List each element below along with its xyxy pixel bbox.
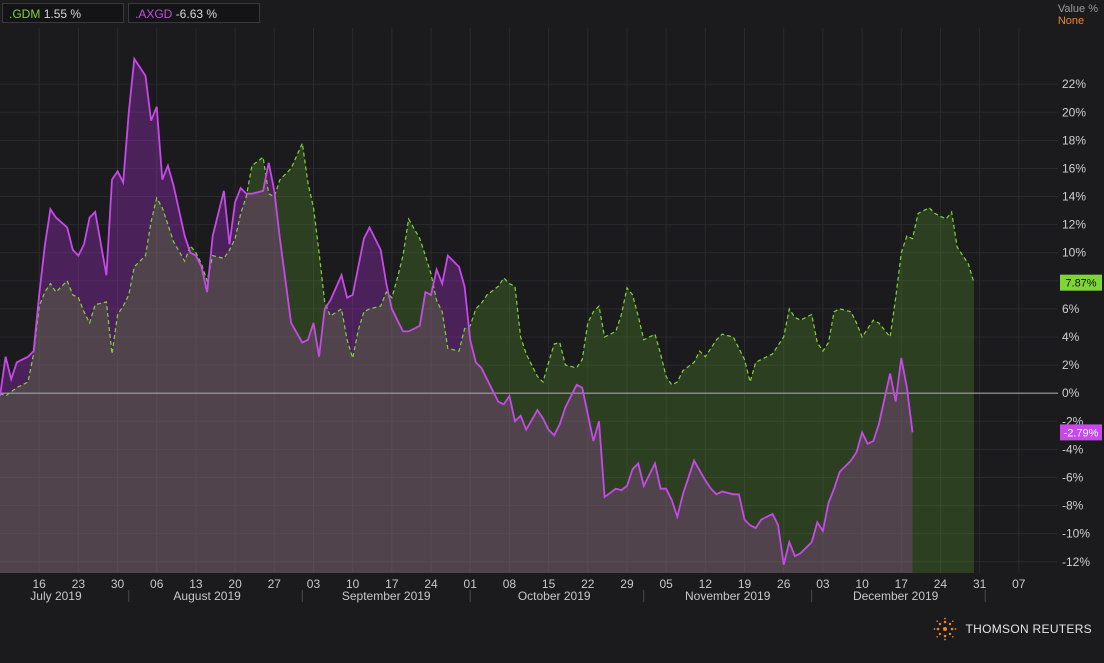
legend-gdm-name: .GDM bbox=[9, 7, 41, 21]
y-axis: -12%-10%-8%-6%-4%-2%0%2%4%6%8%10%12%14%1… bbox=[1062, 77, 1090, 569]
y-tick-label: 0% bbox=[1062, 386, 1080, 400]
legend-gdm-value: 1.55 % bbox=[43, 7, 82, 21]
last-value-gdm: 7.87% bbox=[1065, 278, 1096, 290]
y-tick-label: 14% bbox=[1062, 190, 1086, 204]
y-tick-label: -8% bbox=[1062, 499, 1084, 513]
y-tick-label: 16% bbox=[1062, 161, 1086, 175]
legend-axgd[interactable]: .AXGD -6.63 % bbox=[128, 3, 260, 23]
x-axis: 16 23 30 06 13 20 27 03 10 17 24 01 08 15 22 29 05 12 19 26… bbox=[30, 577, 1026, 603]
value-header: Value % None bbox=[1058, 3, 1098, 27]
legend-axgd-name: .AXGD bbox=[135, 7, 173, 21]
last-value-axgd: -2.79% bbox=[1064, 427, 1099, 439]
x-tick-label: 29 bbox=[620, 577, 634, 591]
y-tick-label: 10% bbox=[1062, 246, 1086, 260]
month-label: December 2019 bbox=[853, 589, 939, 603]
x-tick-label: 08 bbox=[503, 577, 517, 591]
month-label: July 2019 bbox=[30, 589, 82, 603]
x-tick-label: 03 bbox=[816, 577, 830, 591]
x-tick-label: 26 bbox=[777, 577, 791, 591]
y-tick-label: 22% bbox=[1062, 77, 1086, 91]
x-tick-label: 03 bbox=[307, 577, 321, 591]
month-label: August 2019 bbox=[173, 589, 241, 603]
legend-gdm[interactable]: .GDM 1.55 % bbox=[2, 3, 124, 23]
area-shade bbox=[0, 393, 1058, 573]
y-tick-label: 2% bbox=[1062, 358, 1080, 372]
brand-name: THOMSON REUTERS bbox=[965, 622, 1092, 636]
value-label: Value % bbox=[1057, 3, 1098, 15]
y-tick-label: -6% bbox=[1062, 470, 1084, 484]
thomson-reuters-logo-icon bbox=[934, 617, 957, 641]
x-tick-label: 30 bbox=[111, 577, 125, 591]
y-tick-label: -4% bbox=[1062, 442, 1084, 456]
value-mode[interactable]: None bbox=[1058, 15, 1098, 27]
month-label: September 2019 bbox=[342, 589, 431, 603]
chart-canvas: -12%-10%-8%-6%-4%-2%0%2%4%6%8%10%12%14%1… bbox=[0, 28, 1102, 603]
x-tick-label: 01 bbox=[464, 577, 478, 591]
y-tick-label: 18% bbox=[1062, 133, 1086, 147]
x-tick-label: 06 bbox=[150, 577, 164, 591]
y-tick-label: 4% bbox=[1062, 330, 1080, 344]
x-tick-label: 05 bbox=[659, 577, 673, 591]
branding: THOMSON REUTERS bbox=[933, 617, 1092, 641]
y-tick-label: -10% bbox=[1062, 527, 1090, 541]
y-tick-label: 6% bbox=[1062, 302, 1080, 316]
y-tick-label: 12% bbox=[1062, 218, 1086, 232]
x-tick-label: 27 bbox=[268, 577, 282, 591]
x-tick-label: 31 bbox=[973, 577, 987, 591]
month-label: November 2019 bbox=[685, 589, 771, 603]
legend-axgd-value: -6.63 % bbox=[175, 7, 218, 21]
month-label: October 2019 bbox=[518, 589, 591, 603]
y-tick-label: -12% bbox=[1062, 555, 1090, 569]
x-tick-label: 07 bbox=[1012, 577, 1026, 591]
y-tick-label: 20% bbox=[1062, 105, 1086, 119]
